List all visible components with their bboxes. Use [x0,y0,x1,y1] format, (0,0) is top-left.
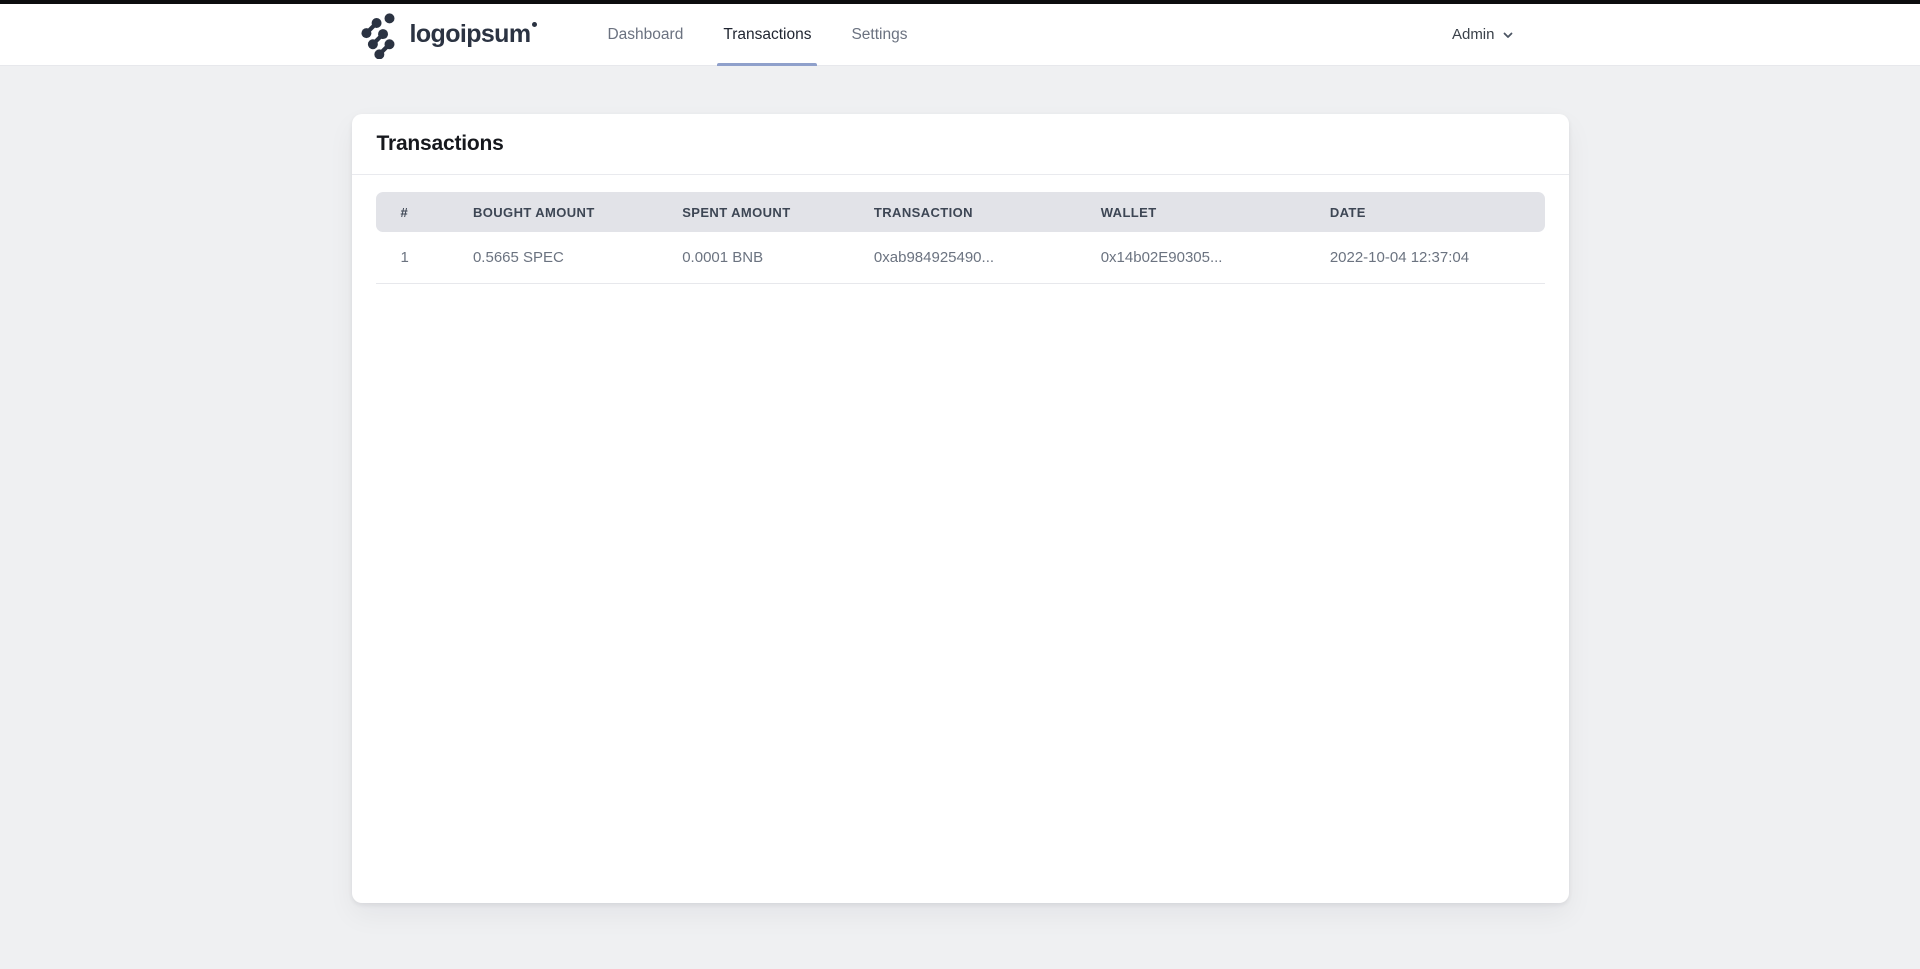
column-header-transaction: TRANSACTION [848,192,1076,232]
card-body: # BOUGHT AMOUNT SPENT AMOUNT TRANSACTION… [352,175,1569,308]
column-header-spent-amount: SPENT AMOUNT [657,192,849,232]
cell-wallet-address: 0x14b02E90305... [1075,232,1305,284]
navbar: logoipsum Dashboard Transactions Setting… [0,4,1920,66]
nav-item-transactions[interactable]: Transactions [717,4,818,66]
cell-date: 2022-10-04 12:37:04 [1304,232,1545,284]
card-header: Transactions [351,114,1569,175]
brand-dot [532,22,538,27]
admin-dropdown-label: Admin [1451,26,1495,43]
column-header-date: DATE [1304,192,1545,232]
table-header-row: # BOUGHT AMOUNT SPENT AMOUNT TRANSACTION… [375,192,1545,232]
brand-logo[interactable]: logoipsum [355,4,538,65]
cell-index: 1 [375,232,448,284]
column-header-bought-amount: BOUGHT AMOUNT [447,192,658,232]
nav-item-settings[interactable]: Settings [845,4,913,65]
table-row: 1 0.5665 SPEC 0.0001 BNB 0xab984925490..… [375,232,1545,284]
main-nav: Dashboard Transactions Settings [587,4,927,66]
logoipsum-dots-icon [355,11,400,59]
cell-transaction-hash: 0xab984925490... [848,232,1076,284]
admin-dropdown[interactable]: Admin [1452,4,1514,65]
cell-bought-amount: 0.5665 SPEC [447,232,658,284]
transactions-card: Transactions # BOUGHT AMOUNT SPENT AMOUN… [351,114,1569,903]
navbar-spacer [927,4,1451,65]
column-header-index: # [375,192,448,232]
page-title: Transactions [376,132,504,155]
brand-wordmark: logoipsum [410,20,538,49]
chevron-down-icon [1502,29,1514,41]
transactions-table: # BOUGHT AMOUNT SPENT AMOUNT TRANSACTION… [375,192,1545,284]
page-content: Transactions # BOUGHT AMOUNT SPENT AMOUN… [0,66,1920,903]
column-header-wallet: WALLET [1075,192,1305,232]
nav-item-dashboard[interactable]: Dashboard [601,4,689,65]
cell-spent-amount: 0.0001 BNB [657,232,849,284]
